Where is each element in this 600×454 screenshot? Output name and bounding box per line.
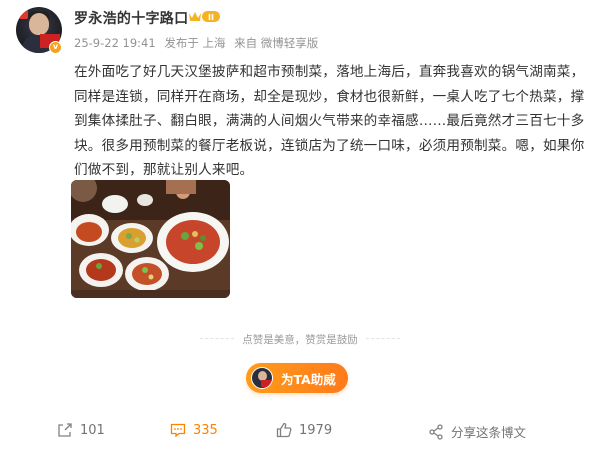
- like-count: 1979: [299, 422, 333, 438]
- post-source: 来自 微博轻享版: [234, 36, 319, 50]
- vip-badge-text: II: [208, 13, 214, 22]
- share-button[interactable]: 分享这条博文: [428, 422, 526, 441]
- action-bar: 101 335 1979 分享这条博文: [0, 418, 600, 448]
- food-photo[interactable]: [71, 180, 230, 298]
- verified-badge-icon: v: [49, 41, 62, 54]
- author-mini-avatar: [251, 367, 273, 389]
- vip-crown-icon[interactable]: II: [187, 9, 221, 24]
- thumbs-up-icon: [276, 422, 292, 438]
- post-location: 发布于 上海: [164, 36, 226, 50]
- comment-count: 335: [193, 422, 218, 438]
- post-content: 在外面吃了好几天汉堡披萨和超市预制菜，落地上海后，直奔我喜欢的锅气湖南菜，同样是…: [74, 64, 585, 178]
- support-button-label: 为TA助威: [281, 371, 336, 387]
- forward-count: 101: [80, 422, 105, 438]
- comment-button[interactable]: 335: [170, 422, 218, 438]
- comment-icon: [170, 423, 186, 438]
- like-button[interactable]: 1979: [276, 422, 332, 438]
- share-icon: [429, 423, 443, 440]
- post-time[interactable]: 25-9-22 19:41: [74, 36, 156, 50]
- reward-divider-text: 点赞是美意，赞赏是鼓励: [242, 334, 358, 346]
- post-meta: 25-9-22 19:41 发布于 上海 来自 微博轻享版: [74, 35, 323, 51]
- support-button[interactable]: 为TA助威: [246, 363, 348, 393]
- share-label: 分享这条博文: [451, 425, 527, 440]
- reward-divider: 点赞是美意，赞赏是鼓励: [200, 332, 400, 346]
- forward-button[interactable]: 101: [57, 422, 105, 438]
- weibo-post: v 罗永浩的十字路口 II 25-9-22 19:41 发布于 上海 来自 微博…: [0, 0, 600, 454]
- author-name[interactable]: 罗永浩的十字路口: [74, 8, 188, 28]
- forward-icon: [58, 423, 72, 437]
